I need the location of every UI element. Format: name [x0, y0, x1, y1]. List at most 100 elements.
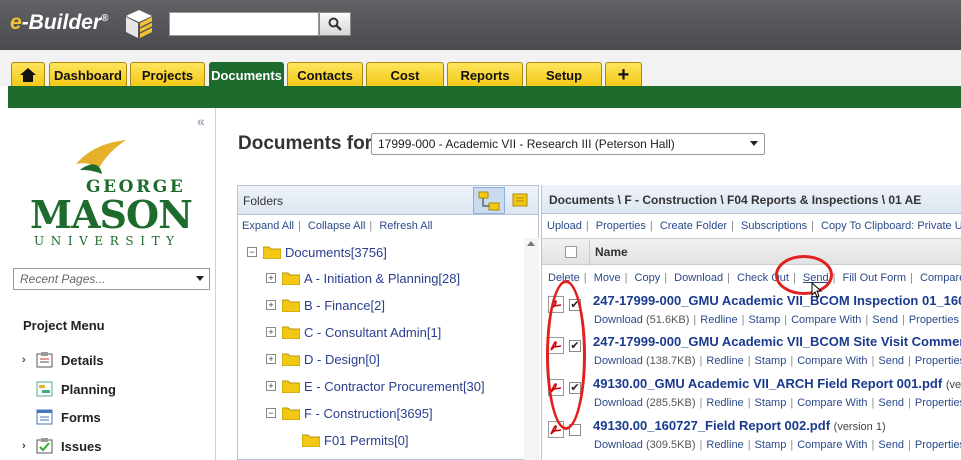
annotation-circle-send: [775, 255, 833, 295]
folders-title: Folders: [243, 194, 284, 208]
tab-projects[interactable]: Projects: [130, 62, 205, 87]
download-link[interactable]: Download: [674, 272, 723, 284]
expand-all-link[interactable]: Expand All: [242, 220, 294, 232]
mouse-cursor-icon: [811, 282, 823, 298]
tree-scrollbar[interactable]: [524, 238, 539, 460]
project-select-value: 17999-000 - Academic VII - Research III …: [378, 137, 675, 151]
issues-icon: [36, 438, 53, 454]
document-links: Download (138.7KB) | Redline | Stamp | Compare…: [594, 355, 961, 367]
document-title[interactable]: 247-17999-000_GMU Academic VII_BCOM Insp…: [593, 293, 961, 308]
menu-item-details[interactable]: › Details: [22, 350, 104, 370]
search-input[interactable]: [169, 12, 319, 36]
document-row[interactable]: ✔ 247-17999-000_GMU Academic VII_BCOM In…: [542, 292, 961, 333]
menu-item-label: Forms: [61, 409, 101, 425]
copy-link[interactable]: Copy: [635, 272, 661, 284]
chevron-right-icon: ›: [22, 354, 26, 366]
documents-toolbar: Upload | Properties | Create Folder | Subsc…: [547, 220, 961, 232]
properties-link[interactable]: Properties: [596, 220, 646, 232]
documents-column-header: Name: [542, 238, 961, 266]
document-title[interactable]: 247-17999-000_GMU Academic VII_BCOM Site…: [593, 334, 961, 349]
compare-link[interactable]: Compare: [920, 272, 961, 284]
menu-item-label: Planning: [61, 381, 116, 397]
document-row[interactable]: ✔ 247-17999-000_GMU Academic VII_BCOM Si…: [542, 333, 961, 374]
project-menu-title: Project Menu: [23, 318, 105, 333]
folder-tree-icon: [478, 191, 500, 210]
chevron-down-icon: [196, 276, 204, 281]
tree-toggle[interactable]: +: [266, 327, 276, 337]
subscriptions-link[interactable]: Subscriptions: [741, 220, 807, 232]
document-title[interactable]: 49130.00_160727_Field Report 002.pdf (ve…: [593, 418, 886, 433]
folder-icon: [263, 246, 281, 259]
tree-node-f[interactable]: − F - Construction[3695]: [266, 404, 433, 422]
menu-item-forms[interactable]: Forms: [22, 407, 101, 427]
folder-icon: [282, 299, 300, 312]
tab-documents[interactable]: Documents: [209, 62, 284, 87]
tab-contacts[interactable]: Contacts: [287, 62, 363, 87]
folders-panel: Folders Expand All | Collapse All | Refres…: [237, 185, 539, 460]
folder-links: Expand All | Collapse All | Refresh All: [242, 220, 433, 232]
folder-tree: − Documents[3756] + A - Initiation & Plann…: [238, 238, 523, 460]
tree-toggle[interactable]: +: [266, 273, 276, 283]
chevron-down-icon: [750, 141, 758, 146]
tree-node-label: C - Consultant Admin[1]: [304, 324, 442, 340]
top-header: e-Builder®: [0, 0, 961, 50]
document-title[interactable]: 49130.00_GMU Academic VII_ARCH Field Rep…: [593, 376, 961, 391]
recent-pages-placeholder: Recent Pages...: [20, 272, 106, 286]
tree-node-label: D - Design[0]: [304, 351, 380, 367]
upload-link[interactable]: Upload: [547, 220, 582, 232]
project-select[interactable]: 17999-000 - Academic VII - Research III …: [371, 133, 765, 155]
open-folder-icon[interactable]: [511, 190, 531, 210]
tree-toggle[interactable]: −: [266, 408, 276, 418]
collapse-all-link[interactable]: Collapse All: [308, 220, 365, 232]
tree-node-e[interactable]: + E - Contractor Procurement[30]: [266, 377, 485, 395]
menu-item-issues[interactable]: › Issues: [22, 436, 101, 456]
tree-node-b[interactable]: + B - Finance[2]: [266, 296, 385, 314]
tab-setup[interactable]: Setup: [526, 62, 602, 87]
folder-icon: [282, 407, 300, 420]
tab-reports[interactable]: Reports: [447, 62, 523, 87]
tree-node-d[interactable]: + D - Design[0]: [266, 350, 380, 368]
documents-breadcrumb: Documents \ F - Construction \ F04 Repor…: [542, 185, 961, 214]
tree-node-documents[interactable]: − Documents[3756]: [247, 243, 387, 261]
svg-text:UNIVERSITY: UNIVERSITY: [34, 234, 181, 248]
tab-add[interactable]: +: [605, 62, 642, 87]
folder-tree-view-button[interactable]: [473, 187, 505, 214]
copy-private-url-link[interactable]: Copy To Clipboard: Private URL: [821, 220, 961, 232]
tree-node-label: A - Initiation & Planning[28]: [304, 270, 461, 286]
collapse-sidebar-button[interactable]: «: [197, 113, 205, 129]
scroll-up-icon[interactable]: [527, 241, 535, 246]
document-actions: Delete | Move | Copy | Download | Check Out |…: [548, 272, 961, 284]
search-button[interactable]: [319, 12, 351, 36]
tab-cost[interactable]: Cost: [366, 62, 444, 87]
folder-icon: [282, 353, 300, 366]
george-mason-logo: GEORGE MASON UNIVERSITY: [30, 140, 193, 248]
svg-text:MASON: MASON: [30, 192, 192, 237]
document-links: Download (285.5KB) | Redline | Stamp | Compare…: [594, 397, 961, 409]
select-all-checkbox[interactable]: [565, 246, 577, 258]
document-links: Download (309.5KB) | Redline | Stamp | Compare…: [594, 439, 961, 451]
tab-dashboard[interactable]: Dashboard: [49, 62, 127, 87]
tree-node-c[interactable]: + C - Consultant Admin[1]: [266, 323, 441, 341]
document-row[interactable]: 49130.00_160727_Field Report 002.pdf (ve…: [542, 417, 961, 458]
refresh-all-link[interactable]: Refresh All: [379, 220, 432, 232]
forms-icon: [36, 409, 53, 425]
page-title: Documents for: [238, 133, 373, 154]
home-icon: [20, 68, 36, 82]
tree-toggle[interactable]: −: [247, 247, 257, 257]
tab-home[interactable]: [11, 62, 45, 87]
tree-node-f01[interactable]: F01 Permits[0]: [302, 431, 409, 449]
name-column-header[interactable]: Name: [595, 245, 628, 259]
document-row[interactable]: ✔ 49130.00_GMU Academic VII_ARCH Field R…: [542, 375, 961, 416]
tree-toggle[interactable]: +: [266, 354, 276, 364]
fill-out-form-link[interactable]: Fill Out Form: [843, 272, 907, 284]
create-folder-link[interactable]: Create Folder: [660, 220, 727, 232]
planning-icon: [36, 381, 53, 397]
tree-toggle[interactable]: +: [266, 300, 276, 310]
folder-icon: [282, 380, 300, 393]
menu-item-planning[interactable]: Planning: [22, 379, 116, 399]
tree-node-label: F - Construction[3695]: [304, 405, 433, 421]
tree-node-a[interactable]: + A - Initiation & Planning[28]: [266, 269, 460, 287]
recent-pages-select[interactable]: Recent Pages...: [13, 268, 210, 290]
move-link[interactable]: Move: [594, 272, 621, 284]
tree-toggle[interactable]: +: [266, 381, 276, 391]
